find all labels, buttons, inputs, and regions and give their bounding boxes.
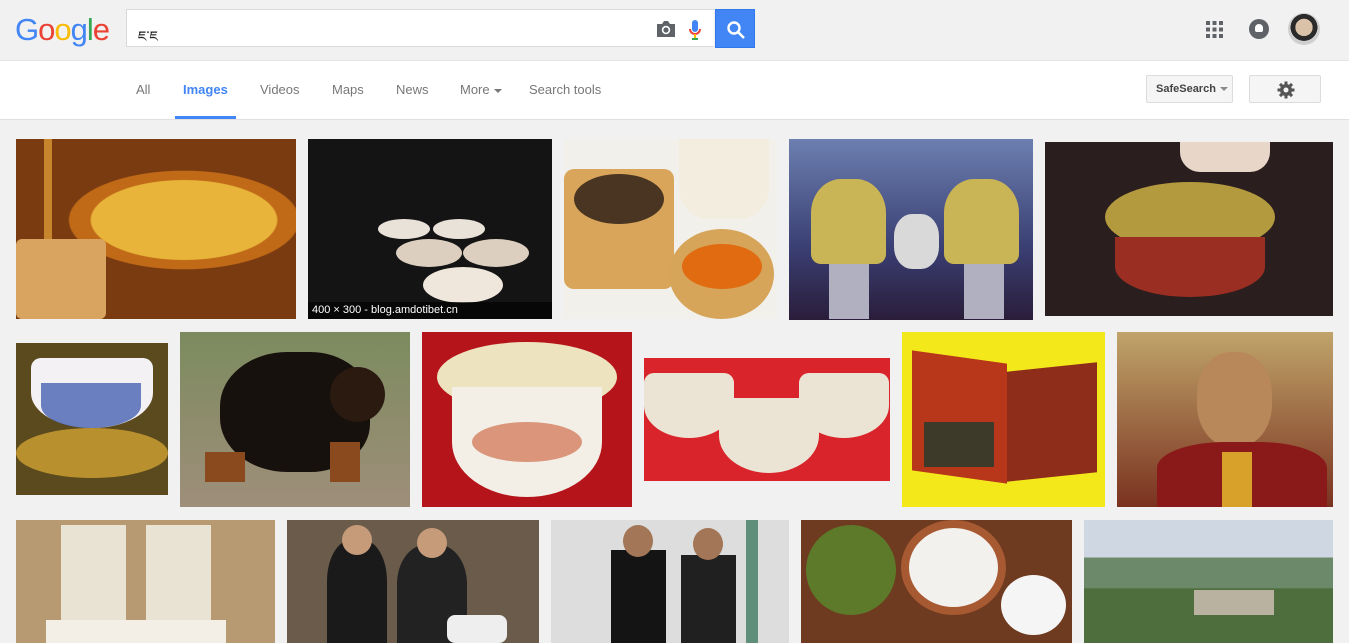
active-tab-indicator xyxy=(175,116,236,119)
image-result[interactable] xyxy=(422,332,632,507)
notifications-bell-icon[interactable] xyxy=(1249,19,1269,39)
tab-search-tools[interactable]: Search tools xyxy=(529,82,601,97)
top-bar: Google ཇ་ཇ xyxy=(0,0,1349,60)
image-result[interactable] xyxy=(180,332,410,507)
safesearch-label: SafeSearch xyxy=(1156,83,1216,95)
search-tabs-bar: All Images Videos Maps News More Search … xyxy=(0,60,1349,120)
image-result[interactable] xyxy=(801,520,1072,643)
logo-letter: g xyxy=(70,12,88,47)
image-result[interactable] xyxy=(644,358,890,481)
gear-icon xyxy=(1277,81,1295,99)
tab-news[interactable]: News xyxy=(396,82,429,97)
search-box[interactable]: ཇ་ཇ xyxy=(126,9,714,47)
image-result[interactable] xyxy=(16,343,168,495)
apps-grid-icon[interactable] xyxy=(1206,21,1223,43)
logo-letter: e xyxy=(92,12,110,47)
image-caption: 400 × 300 - blog.amdotibet.cn xyxy=(308,302,552,319)
search-button[interactable] xyxy=(715,9,755,48)
image-result[interactable] xyxy=(551,520,789,643)
search-icon xyxy=(727,21,745,39)
image-result[interactable] xyxy=(902,332,1105,507)
avatar[interactable] xyxy=(1288,13,1320,45)
tab-all[interactable]: All xyxy=(136,82,150,97)
tab-maps[interactable]: Maps xyxy=(332,82,364,97)
tab-more-label: More xyxy=(460,82,490,97)
search-input[interactable]: ཇ་ཇ xyxy=(138,20,158,60)
image-result[interactable] xyxy=(789,139,1033,320)
image-result[interactable] xyxy=(1084,520,1333,643)
settings-button[interactable] xyxy=(1249,75,1321,103)
chevron-down-icon xyxy=(493,88,502,93)
microphone-icon[interactable] xyxy=(688,19,702,46)
image-result[interactable] xyxy=(16,139,296,319)
image-result[interactable] xyxy=(564,139,777,319)
image-result[interactable] xyxy=(1117,332,1333,507)
logo-letter: o xyxy=(54,12,71,47)
logo-letter: o xyxy=(38,12,55,47)
image-result[interactable]: 400 × 300 - blog.amdotibet.cn xyxy=(308,139,552,319)
image-result[interactable] xyxy=(16,520,275,643)
tab-videos[interactable]: Videos xyxy=(260,82,300,97)
image-result[interactable] xyxy=(287,520,539,643)
chevron-down-icon xyxy=(1219,87,1228,92)
safesearch-button[interactable]: SafeSearch xyxy=(1146,75,1233,103)
tab-images[interactable]: Images xyxy=(183,82,228,97)
logo-letter: G xyxy=(15,12,39,47)
camera-icon[interactable] xyxy=(655,20,677,43)
tab-more[interactable]: More xyxy=(460,82,502,97)
google-logo[interactable]: Google xyxy=(15,12,110,47)
image-result[interactable] xyxy=(1045,142,1333,316)
